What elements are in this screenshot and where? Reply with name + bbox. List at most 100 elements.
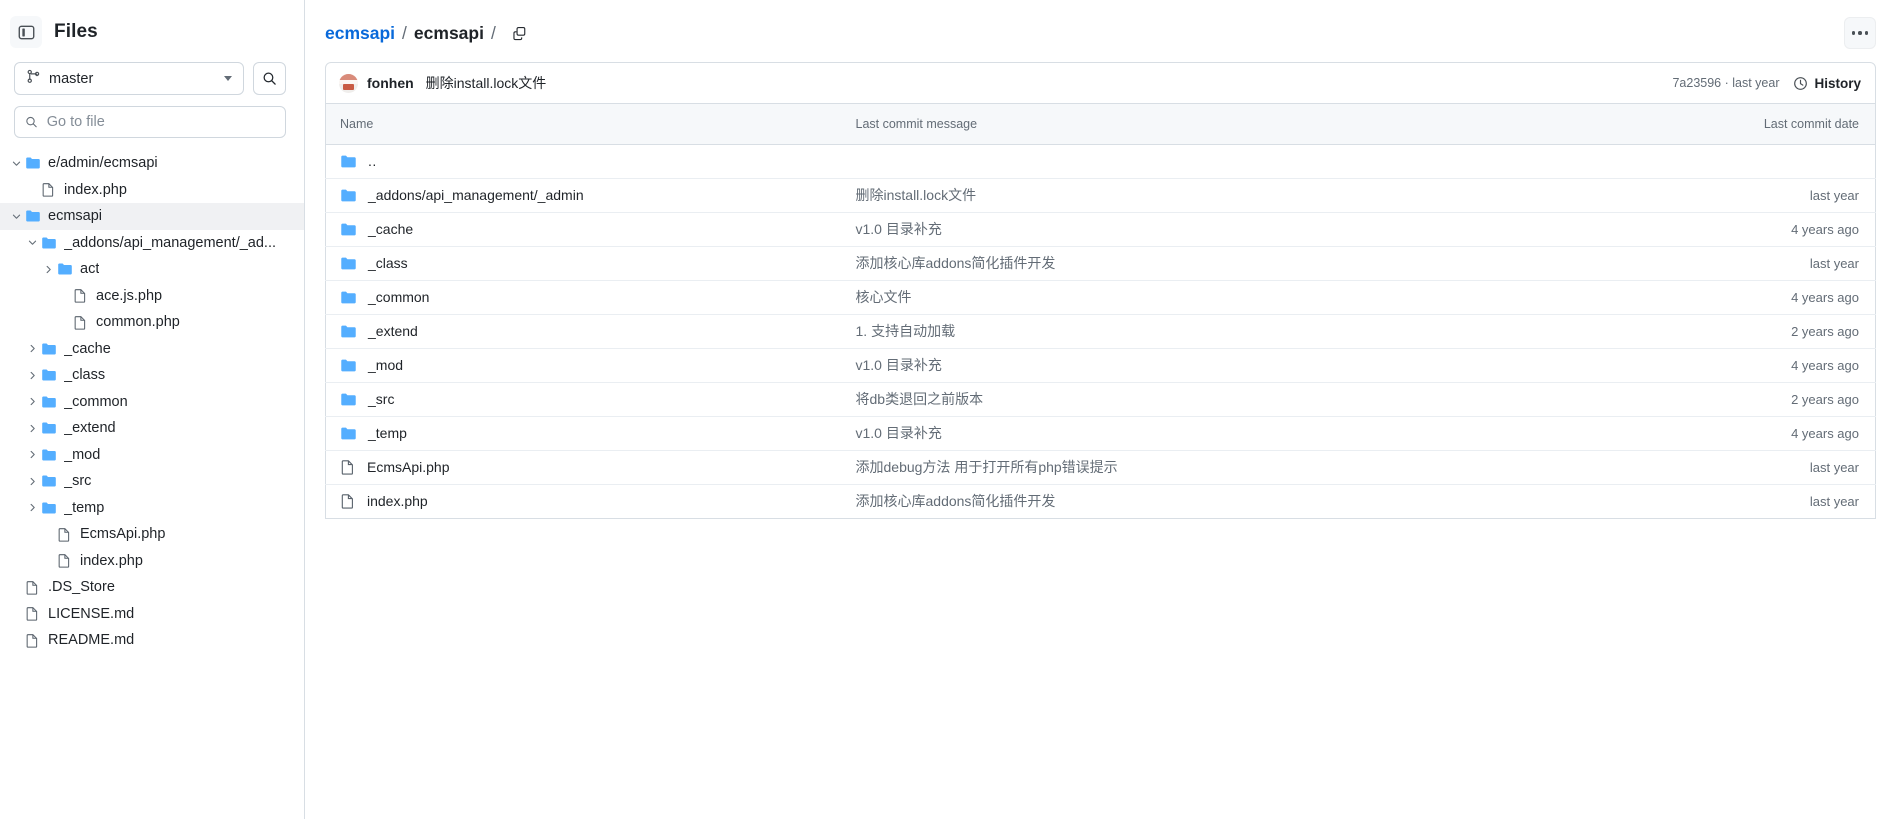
main-panel: ecmsapi / ecmsapi / fonhen 删除install.loc… (305, 0, 1894, 819)
commit-author[interactable]: fonhen (367, 75, 414, 91)
tree-item--extend[interactable]: _extend (0, 415, 304, 442)
table-row[interactable]: EcmsApi.php 添加debug方法 用于打开所有php错误提示 last y… (325, 450, 1876, 485)
tree-item--mod[interactable]: _mod (0, 442, 304, 469)
table-row[interactable]: .. (325, 144, 1876, 179)
tree-item-readme-md[interactable]: README.md (0, 627, 304, 654)
file-name-link[interactable]: _cache (368, 221, 413, 237)
cell-commit-date: 4 years ago (1635, 348, 1876, 383)
go-to-file-input[interactable] (46, 114, 275, 130)
file-icon (72, 314, 89, 331)
commit-message-link[interactable]: 添加核心库addons简化插件开发 (856, 493, 1056, 509)
folder-icon (40, 446, 57, 463)
chevron-down-icon[interactable] (8, 208, 24, 224)
cell-commit-message: 添加debug方法 用于打开所有php错误提示 (855, 450, 1636, 485)
cell-commit-message: 删除install.lock文件 (855, 178, 1636, 213)
breadcrumb-repo[interactable]: ecmsapi (325, 23, 395, 44)
file-name-link[interactable]: _class (368, 255, 408, 271)
tree-item--common[interactable]: _common (0, 389, 304, 416)
cell-name: _src (325, 382, 856, 417)
tree-item--ds-store[interactable]: .DS_Store (0, 574, 304, 601)
tree-item--addons-api-management-ad-[interactable]: _addons/api_management/_ad... (0, 230, 304, 257)
file-name-link[interactable]: EcmsApi.php (367, 459, 449, 475)
file-name-link[interactable]: .. (368, 153, 377, 169)
chevron-right-icon[interactable] (24, 420, 40, 436)
avatar (339, 73, 358, 93)
tree-item-index-php[interactable]: index.php (0, 177, 304, 204)
commit-message-link[interactable]: 1. 支持自动加载 (856, 323, 956, 339)
cell-commit-date: 4 years ago (1635, 280, 1876, 315)
tree-item--temp[interactable]: _temp (0, 495, 304, 522)
chevron-right-icon[interactable] (40, 261, 56, 277)
tree-item--class[interactable]: _class (0, 362, 304, 389)
tree-item-ecmsapi-php[interactable]: EcmsApi.php (0, 521, 304, 548)
more-options-icon[interactable] (1844, 17, 1876, 49)
commit-message[interactable]: 删除install.lock文件 (426, 73, 547, 93)
cell-name: EcmsApi.php (325, 450, 856, 485)
chevron-right-icon[interactable] (24, 500, 40, 516)
file-name-link[interactable]: _common (368, 289, 429, 305)
cell-commit-message: 核心文件 (855, 280, 1636, 315)
table-row[interactable]: index.php 添加核心库addons简化插件开发 last year (325, 484, 1876, 519)
chevron-right-icon[interactable] (24, 473, 40, 489)
sidebar-panel-icon[interactable] (10, 16, 42, 48)
tree-item-label: _mod (64, 446, 101, 463)
cell-name: _cache (325, 212, 856, 247)
tree-item-ace-js-php[interactable]: ace.js.php (0, 283, 304, 310)
tree-item-common-php[interactable]: common.php (0, 309, 304, 336)
table-row[interactable]: _temp v1.0 目录补充 4 years ago (325, 416, 1876, 451)
tree-item-act[interactable]: act (0, 256, 304, 283)
commit-message-link[interactable]: 删除install.lock文件 (856, 187, 977, 203)
commit-message-link[interactable]: 添加核心库addons简化插件开发 (856, 255, 1056, 271)
table-row[interactable]: _class 添加核心库addons简化插件开发 last year (325, 246, 1876, 281)
file-name-link[interactable]: _extend (368, 323, 418, 339)
chevron-right-icon[interactable] (24, 367, 40, 383)
commit-message-link[interactable]: 核心文件 (856, 289, 912, 305)
tree-item-label: EcmsApi.php (80, 526, 166, 543)
branch-selector[interactable]: master (14, 62, 244, 95)
tree-item-index-php[interactable]: index.php (0, 548, 304, 575)
file-name-link[interactable]: _temp (368, 425, 407, 441)
copy-path-icon[interactable] (507, 20, 533, 46)
file-name-link[interactable]: index.php (367, 493, 428, 509)
table-row[interactable]: _cache v1.0 目录补充 4 years ago (325, 212, 1876, 247)
tree-item-license-md[interactable]: LICENSE.md (0, 601, 304, 628)
tree-item-e-admin-ecmsapi[interactable]: e/admin/ecmsapi (0, 150, 304, 177)
table-header-row: Name Last commit message Last commit dat… (325, 104, 1876, 145)
go-to-file-field[interactable] (14, 106, 286, 138)
table-row[interactable]: _addons/api_management/_admin 删除install.l… (325, 178, 1876, 213)
tree-item-ecmsapi[interactable]: ecmsapi (0, 203, 304, 230)
history-button[interactable]: History (1793, 76, 1861, 91)
chevron-right-icon[interactable] (24, 394, 40, 410)
table-row[interactable]: _mod v1.0 目录补充 4 years ago (325, 348, 1876, 383)
table-row[interactable]: _extend 1. 支持自动加载 2 years ago (325, 314, 1876, 349)
cell-name: _temp (325, 416, 856, 451)
commit-hash-and-date[interactable]: 7a23596 · last year (1672, 76, 1779, 90)
chevron-right-icon[interactable] (24, 341, 40, 357)
tree-item-label: _cache (64, 340, 111, 357)
cell-commit-date: 4 years ago (1635, 416, 1876, 451)
table-row[interactable]: _common 核心文件 4 years ago (325, 280, 1876, 315)
search-button[interactable] (253, 62, 286, 95)
chevron-right-icon[interactable] (24, 447, 40, 463)
chevron-down-icon[interactable] (24, 235, 40, 251)
tree-item--src[interactable]: _src (0, 468, 304, 495)
file-name-link[interactable]: _src (368, 391, 394, 407)
file-name-link[interactable]: _addons/api_management/_admin (368, 187, 584, 203)
tree-item--cache[interactable]: _cache (0, 336, 304, 363)
chevron-down-icon[interactable] (8, 155, 24, 171)
commit-message-link[interactable]: v1.0 目录补充 (856, 357, 942, 373)
sidebar-header: Files (0, 0, 304, 58)
commit-message-link[interactable]: v1.0 目录补充 (856, 425, 942, 441)
tree-item-label: _addons/api_management/_ad... (64, 234, 277, 251)
folder-icon (40, 420, 57, 437)
breadcrumb-separator: / (402, 22, 407, 43)
commit-message-link[interactable]: v1.0 目录补充 (856, 221, 942, 237)
table-row[interactable]: _src 将db类退回之前版本 2 years ago (325, 382, 1876, 417)
file-name-link[interactable]: _mod (368, 357, 403, 373)
file-icon (340, 459, 356, 475)
column-header-message: Last commit message (855, 104, 1636, 145)
folder-icon (340, 187, 357, 204)
commit-message-link[interactable]: 将db类退回之前版本 (856, 391, 984, 407)
commit-message-link[interactable]: 添加debug方法 用于打开所有php错误提示 (856, 459, 1118, 475)
